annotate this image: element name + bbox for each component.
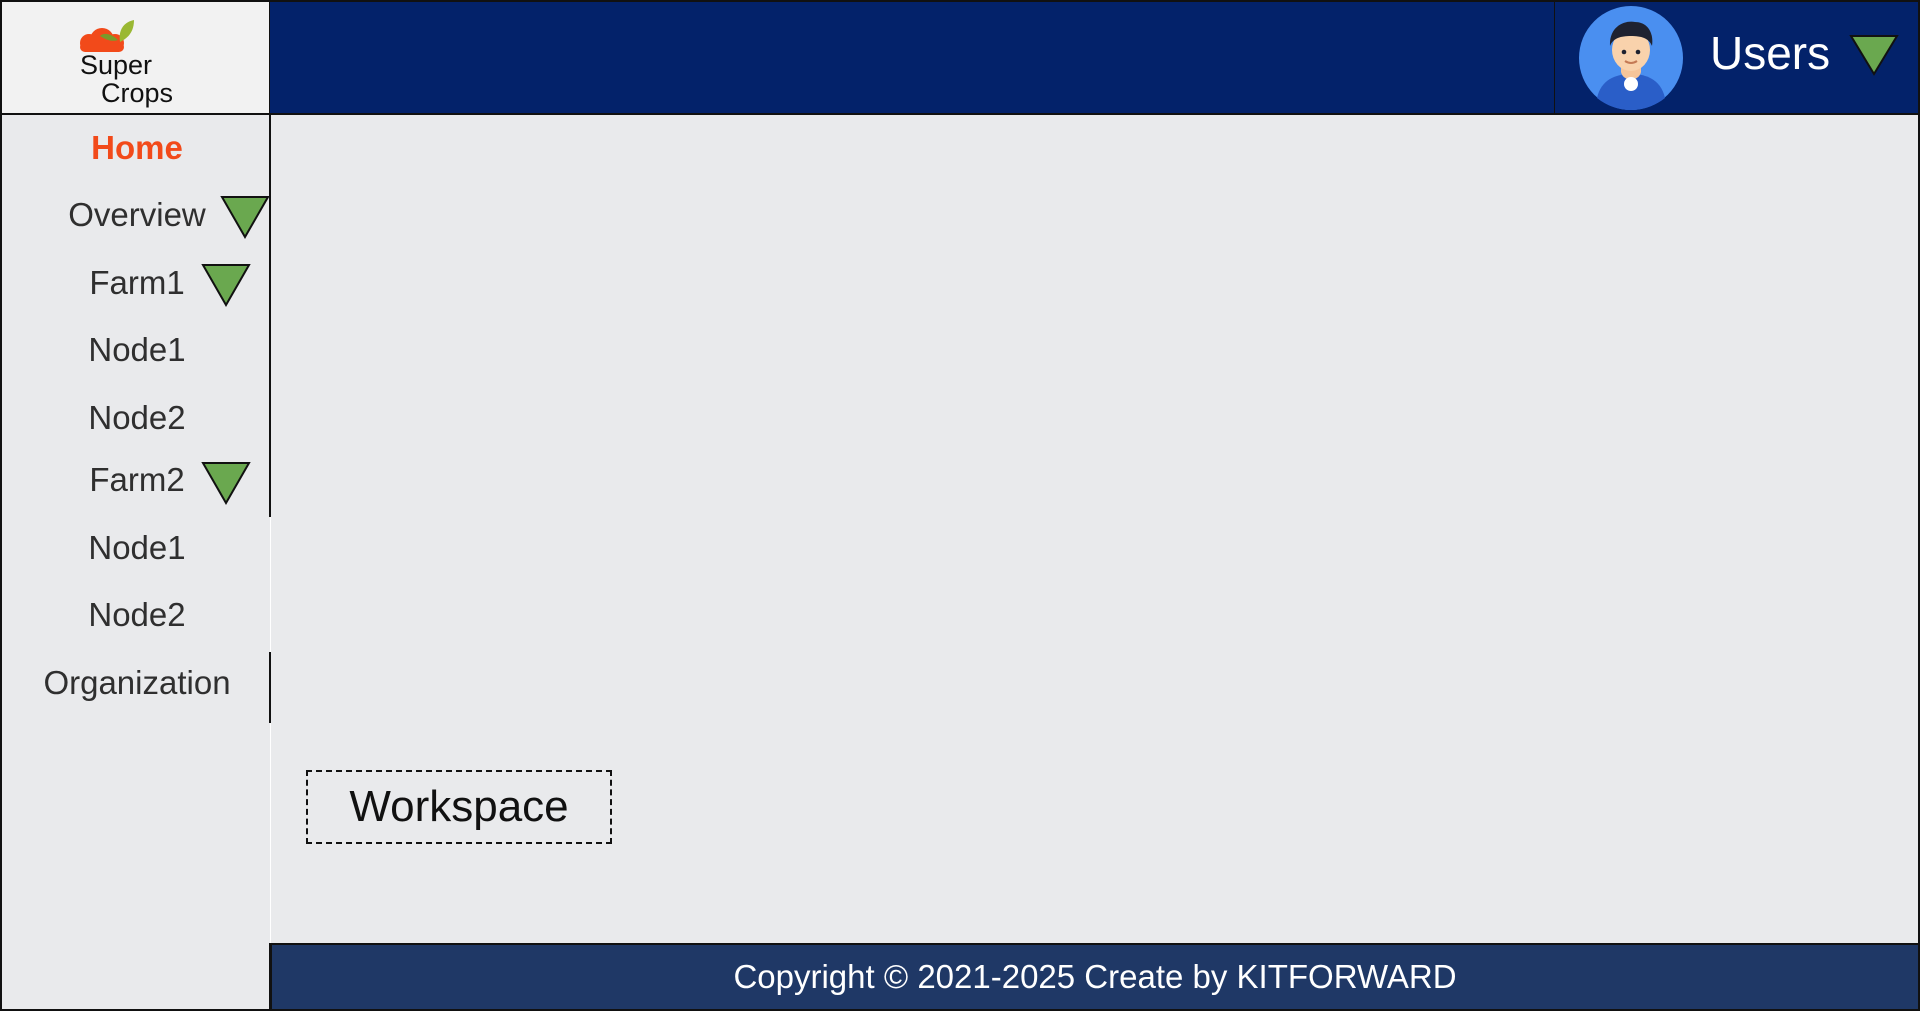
users-label[interactable]: Users [1710, 30, 1830, 76]
sidebar-item-node2[interactable]: Node2 [2, 598, 272, 631]
sidebar-item-home[interactable]: Home [2, 131, 272, 164]
sidebar-item-node1[interactable]: Node1 [2, 333, 272, 366]
sidebar-item-node1[interactable]: Node1 [2, 531, 272, 564]
workspace-placeholder: Workspace [306, 770, 612, 844]
user-menu[interactable]: Users [1554, 0, 1920, 115]
sidebar-item-label: Farm2 [89, 461, 185, 498]
sidebar-item-node2[interactable]: Node2 [2, 401, 272, 434]
logo-text-crops: Crops [101, 78, 173, 108]
logo-text-super: Super [80, 50, 152, 80]
chevron-down-icon[interactable] [201, 263, 251, 307]
sidebar-item-label: Overview [68, 196, 206, 233]
super-crops-logo: Super Crops [80, 20, 173, 108]
sidebar: Home Overview Farm1 Node1 Node2 Farm2 No… [0, 115, 270, 1011]
footer-copyright: Copyright © 2021-2025 Create by KITFORWA… [270, 943, 1920, 1011]
avatar-icon[interactable] [1579, 6, 1683, 110]
sidebar-item-label: Farm1 [89, 264, 185, 301]
chevron-down-icon[interactable] [1849, 34, 1899, 76]
chevron-down-icon[interactable] [201, 461, 251, 505]
main-content: Workspace [271, 115, 1920, 943]
sidebar-item-organization[interactable]: Organization [2, 666, 272, 699]
chevron-down-icon[interactable] [220, 195, 270, 239]
logo-area[interactable]: Super Crops [0, 0, 270, 115]
